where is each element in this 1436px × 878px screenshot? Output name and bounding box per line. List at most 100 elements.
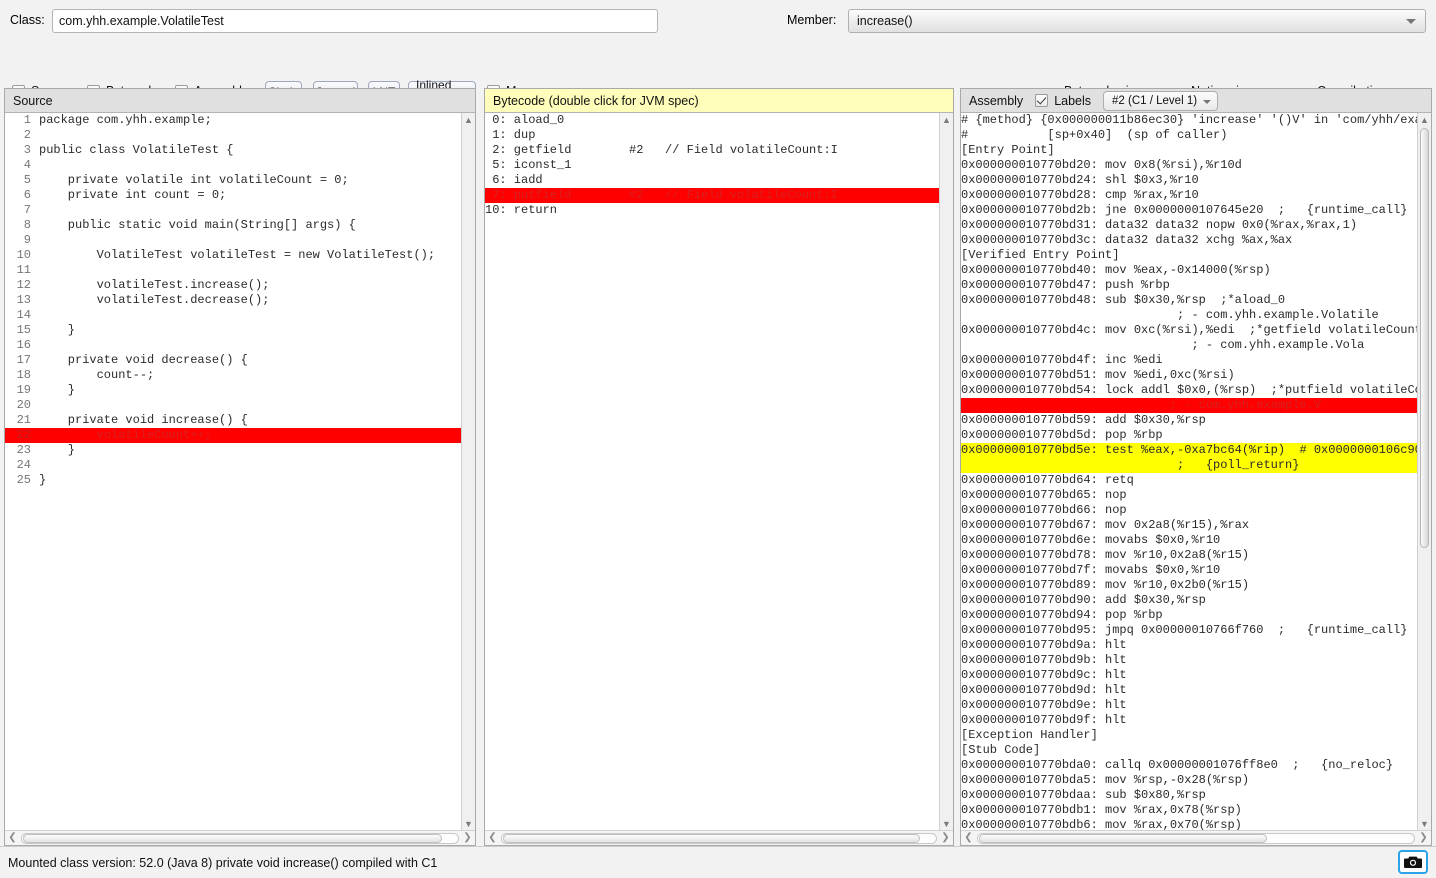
code-line[interactable]: [Stub Code] — [961, 743, 1417, 758]
scroll-right-icon[interactable]: ❯ — [1416, 831, 1431, 845]
code-line[interactable]: 0x000000010770bd28: cmp %rax,%r10 — [961, 188, 1417, 203]
code-line[interactable]: 6 private int count = 0; — [5, 188, 461, 203]
code-line[interactable]: 8 public static void main(String[] args)… — [5, 218, 461, 233]
code-line[interactable]: 0x000000010770bd9b: hlt — [961, 653, 1417, 668]
code-line[interactable]: 0x000000010770bd54: lock addl $0x0,(%rsp… — [961, 383, 1417, 398]
code-line[interactable]: 0x000000010770bd64: retq — [961, 473, 1417, 488]
code-line[interactable]: 18 count--; — [5, 368, 461, 383]
assembly-vertical-scrollbar[interactable]: ▲ ▼ — [1417, 113, 1431, 830]
code-line[interactable]: # [sp+0x40] (sp of caller) — [961, 128, 1417, 143]
code-line[interactable]: 0x000000010770bd47: push %rbp — [961, 278, 1417, 293]
code-line[interactable]: 0x000000010770bdaa: sub $0x80,%rsp — [961, 788, 1417, 803]
assembly-hscroll-track[interactable] — [977, 832, 1415, 844]
source-vertical-scrollbar[interactable]: ▲ ▼ — [461, 113, 475, 830]
bytecode-hscroll-thumb[interactable] — [503, 833, 920, 843]
code-line[interactable]: 0x000000010770bd9d: hlt — [961, 683, 1417, 698]
code-line[interactable]: 5 private volatile int volatileCount = 0… — [5, 173, 461, 188]
bytecode-hscroll-track[interactable] — [501, 832, 937, 844]
code-line[interactable]: 2: getfield #2 // Field volatileCount:I — [485, 143, 939, 158]
code-line[interactable]: 14 — [5, 308, 461, 323]
code-line[interactable]: ; - com.yhh.example.Volatile — [961, 308, 1417, 323]
source-hscroll-thumb[interactable] — [23, 833, 442, 843]
code-line[interactable]: 0x000000010770bd90: add $0x30,%rsp — [961, 593, 1417, 608]
code-line[interactable]: 0x000000010770bd95: jmpq 0x00000010766f7… — [961, 623, 1417, 638]
code-line[interactable]: 0x000000010770bd31: data32 data32 nopw 0… — [961, 218, 1417, 233]
code-line[interactable]: 0x000000010770bd89: mov %r10,0x2b0(%r15) — [961, 578, 1417, 593]
scroll-left-icon[interactable]: ❮ — [961, 831, 976, 845]
code-line[interactable]: 5: iconst_1 — [485, 158, 939, 173]
compilation-selector[interactable]: #2 (C1 / Level 1) — [1103, 90, 1219, 111]
code-line[interactable]: 1 package com.yhh.example; — [5, 113, 461, 128]
code-line[interactable]: 15 } — [5, 323, 461, 338]
code-line[interactable]: 0x000000010770bd9c: hlt — [961, 668, 1417, 683]
code-line[interactable]: 25} — [5, 473, 461, 488]
scroll-down-icon[interactable]: ▼ — [1418, 817, 1431, 830]
scroll-right-icon[interactable]: ❯ — [460, 831, 475, 845]
scroll-right-icon[interactable]: ❯ — [938, 831, 953, 845]
code-line[interactable]: 0x000000010770bd40: mov %eax,-0x14000(%r… — [961, 263, 1417, 278]
code-line[interactable]: 2 — [5, 128, 461, 143]
assembly-hscroll-thumb[interactable] — [979, 833, 1267, 843]
code-line[interactable]: 0x000000010770bd9e: hlt — [961, 698, 1417, 713]
code-line[interactable]: 0x000000010770bd94: pop %rbp — [961, 608, 1417, 623]
member-dropdown[interactable]: increase() — [848, 9, 1426, 33]
code-line[interactable]: 0x000000010770bd9a: hlt — [961, 638, 1417, 653]
source-horizontal-scrollbar[interactable]: ❮ ❯ — [5, 830, 475, 845]
code-line[interactable]: [Entry Point] — [961, 143, 1417, 158]
code-line[interactable]: ; - com.yhh.example.Vola — [961, 338, 1417, 353]
code-line[interactable]: 0x000000010770bd51: mov %edi,0xc(%rsi) — [961, 368, 1417, 383]
code-line[interactable]: 6: iadd — [485, 173, 939, 188]
code-line[interactable]: 16 — [5, 338, 461, 353]
code-line[interactable]: 0x000000010770bd7f: movabs $0x0,%r10 — [961, 563, 1417, 578]
scroll-left-icon[interactable]: ❮ — [485, 831, 500, 845]
scroll-left-icon[interactable]: ❮ — [5, 831, 20, 845]
scroll-up-icon[interactable]: ▲ — [462, 113, 475, 126]
class-input[interactable]: com.yhh.example.VolatileTest — [52, 9, 658, 33]
assembly-horizontal-scrollbar[interactable]: ❮ ❯ — [961, 830, 1431, 845]
code-line[interactable]: 0x000000010770bd5e: test %eax,-0xa7bc64(… — [961, 443, 1417, 458]
code-line[interactable]: 23 } — [5, 443, 461, 458]
code-line[interactable]: 0x000000010770bd65: nop — [961, 488, 1417, 503]
code-line[interactable]: 11 — [5, 263, 461, 278]
scroll-up-icon[interactable]: ▲ — [1418, 113, 1431, 126]
code-line[interactable]: 24 — [5, 458, 461, 473]
assembly-vscroll-thumb[interactable] — [1420, 128, 1429, 548]
code-line[interactable]: 9 — [5, 233, 461, 248]
assembly-code-area[interactable]: # {method} {0x000000011b86ec30} 'increas… — [961, 113, 1417, 830]
code-line[interactable]: 10 VolatileTest volatileTest = new Volat… — [5, 248, 461, 263]
code-line[interactable]: 0: aload_0 — [485, 113, 939, 128]
code-line[interactable]: 0x000000010770bd5d: pop %rbp — [961, 428, 1417, 443]
code-line[interactable]: 10: return — [485, 203, 939, 218]
code-line[interactable]: 0x000000010770bd48: sub $0x30,%rsp ;*alo… — [961, 293, 1417, 308]
code-line[interactable]: 21 private void increase() { — [5, 413, 461, 428]
source-code-area[interactable]: 1 package com.yhh.example; 2 3 public class … — [5, 113, 461, 830]
snapshot-button[interactable] — [1398, 850, 1428, 874]
code-line[interactable]: ; - com.yhh.example.V — [961, 398, 1417, 413]
code-line[interactable]: 7 — [5, 203, 461, 218]
code-line[interactable]: 0x000000010770bd78: mov %r10,0x2a8(%r15) — [961, 548, 1417, 563]
code-line[interactable]: 3 public class VolatileTest { — [5, 143, 461, 158]
code-line[interactable]: 0x000000010770bd4c: mov 0xc(%rsi),%edi ;… — [961, 323, 1417, 338]
code-line[interactable]: [Exception Handler] — [961, 728, 1417, 743]
code-line[interactable]: 20 — [5, 398, 461, 413]
code-line[interactable]: 13 volatileTest.decrease(); — [5, 293, 461, 308]
scroll-up-icon[interactable]: ▲ — [940, 113, 953, 126]
code-line[interactable]: 4 — [5, 158, 461, 173]
code-line[interactable]: 0x000000010770bd2b: jne 0x0000000107645e… — [961, 203, 1417, 218]
code-line[interactable]: 0x000000010770bd24: shl $0x3,%r10 — [961, 173, 1417, 188]
bytecode-horizontal-scrollbar[interactable]: ❮ ❯ — [485, 830, 953, 845]
code-line[interactable]: 0x000000010770bd20: mov 0x8(%rsi),%r10d — [961, 158, 1417, 173]
bytecode-vertical-scrollbar[interactable]: ▲ ▼ — [939, 113, 953, 830]
code-line[interactable]: [Verified Entry Point] — [961, 248, 1417, 263]
code-line[interactable]: 22 volatileCount++; — [5, 428, 461, 443]
code-line[interactable]: 12 volatileTest.increase(); — [5, 278, 461, 293]
code-line[interactable]: 0x000000010770bdb6: mov %rax,0x70(%rsp) — [961, 818, 1417, 830]
code-line[interactable]: # {method} {0x000000011b86ec30} 'increas… — [961, 113, 1417, 128]
scroll-down-icon[interactable]: ▼ — [462, 817, 475, 830]
source-hscroll-track[interactable] — [21, 832, 459, 844]
bytecode-code-area[interactable]: 0: aload_0 1: dup 2: getfield #2 // Fiel… — [485, 113, 939, 830]
code-line[interactable]: 0x000000010770bd66: nop — [961, 503, 1417, 518]
code-line[interactable]: 17 private void decrease() { — [5, 353, 461, 368]
checkbox-labels[interactable]: Labels — [1035, 94, 1091, 108]
code-line[interactable]: 0x000000010770bd3c: data32 data32 xchg %… — [961, 233, 1417, 248]
